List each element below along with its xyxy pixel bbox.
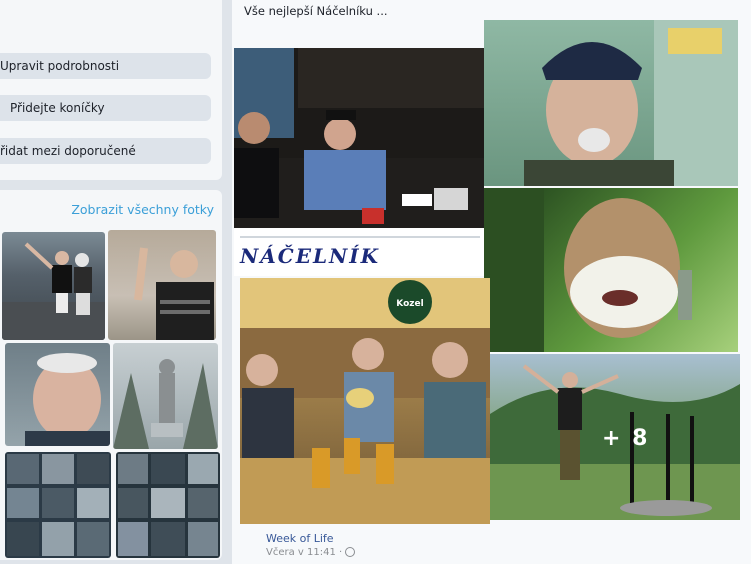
kozel-logo-text: Kozel [396,299,423,309]
post-timestamp[interactable]: Včera v 11:41 · [266,547,356,558]
add-featured-button[interactable]: řidat mezi doporučené [0,138,211,164]
post-image-man-cap[interactable] [484,20,738,186]
photo-collage-grid [118,454,218,556]
photo-portrait-man [25,353,110,446]
photo-thumbnail[interactable] [116,452,220,558]
post-time-text: Včera v 11:41 · [266,547,343,558]
photo-waving-man [134,247,214,340]
photo-thumbnail[interactable] [113,343,218,449]
photo-statue-snow [113,359,218,449]
photo-thumbnail[interactable] [5,452,111,558]
globe-icon [345,547,356,557]
post-image-beer-toast[interactable]: Kozel [240,278,490,524]
post-image-pub-night[interactable]: NÁČELNÍK WOLAKŮ [234,48,484,276]
photo-man-cap [524,20,738,186]
post-text[interactable]: Vše nejlepší Náčelníku ... [244,4,388,18]
post-card: Vše nejlepší Náčelníku ... NÁČELNÍK WOLA… [232,0,751,564]
photo-two-men-outdoors [2,242,105,340]
post-image-more-photos[interactable]: + 8 [490,354,740,520]
more-photos-count: + 8 [602,426,650,451]
photo-thumbnail[interactable] [5,343,110,446]
add-hobbies-button[interactable]: Přidejte koníčky [0,95,211,121]
photos-card: Zobrazit všechny fotky [0,190,222,560]
show-all-photos-link[interactable]: Zobrazit všechny fotky [71,202,214,217]
handwritten-caption: NÁČELNÍK WOLAKŮ [240,236,480,274]
edit-details-button[interactable]: Upravit podrobnosti [0,53,211,79]
photo-shaving-man [484,188,692,352]
photo-pub-night [234,48,484,228]
photo-thumbnail[interactable] [2,232,105,340]
post-image-shaving[interactable] [484,188,738,352]
photo-beer-toast: Kozel [240,278,490,524]
handwritten-caption-text: NÁČELNÍK WOLAKŮ [240,244,381,268]
photo-collage-grid [7,454,109,556]
add-hobbies-label: Přidejte koníčky [10,101,105,115]
photo-thumbnail[interactable] [108,230,216,340]
add-featured-label: řidat mezi doporučené [0,144,136,158]
edit-details-label: Upravit podrobnosti [0,59,120,73]
left-column: Upravit podrobnosti Přidejte koníčky řid… [0,0,228,564]
profile-actions-card: Upravit podrobnosti Přidejte koníčky řid… [0,0,222,180]
post-author[interactable]: Week of Life [266,532,334,545]
